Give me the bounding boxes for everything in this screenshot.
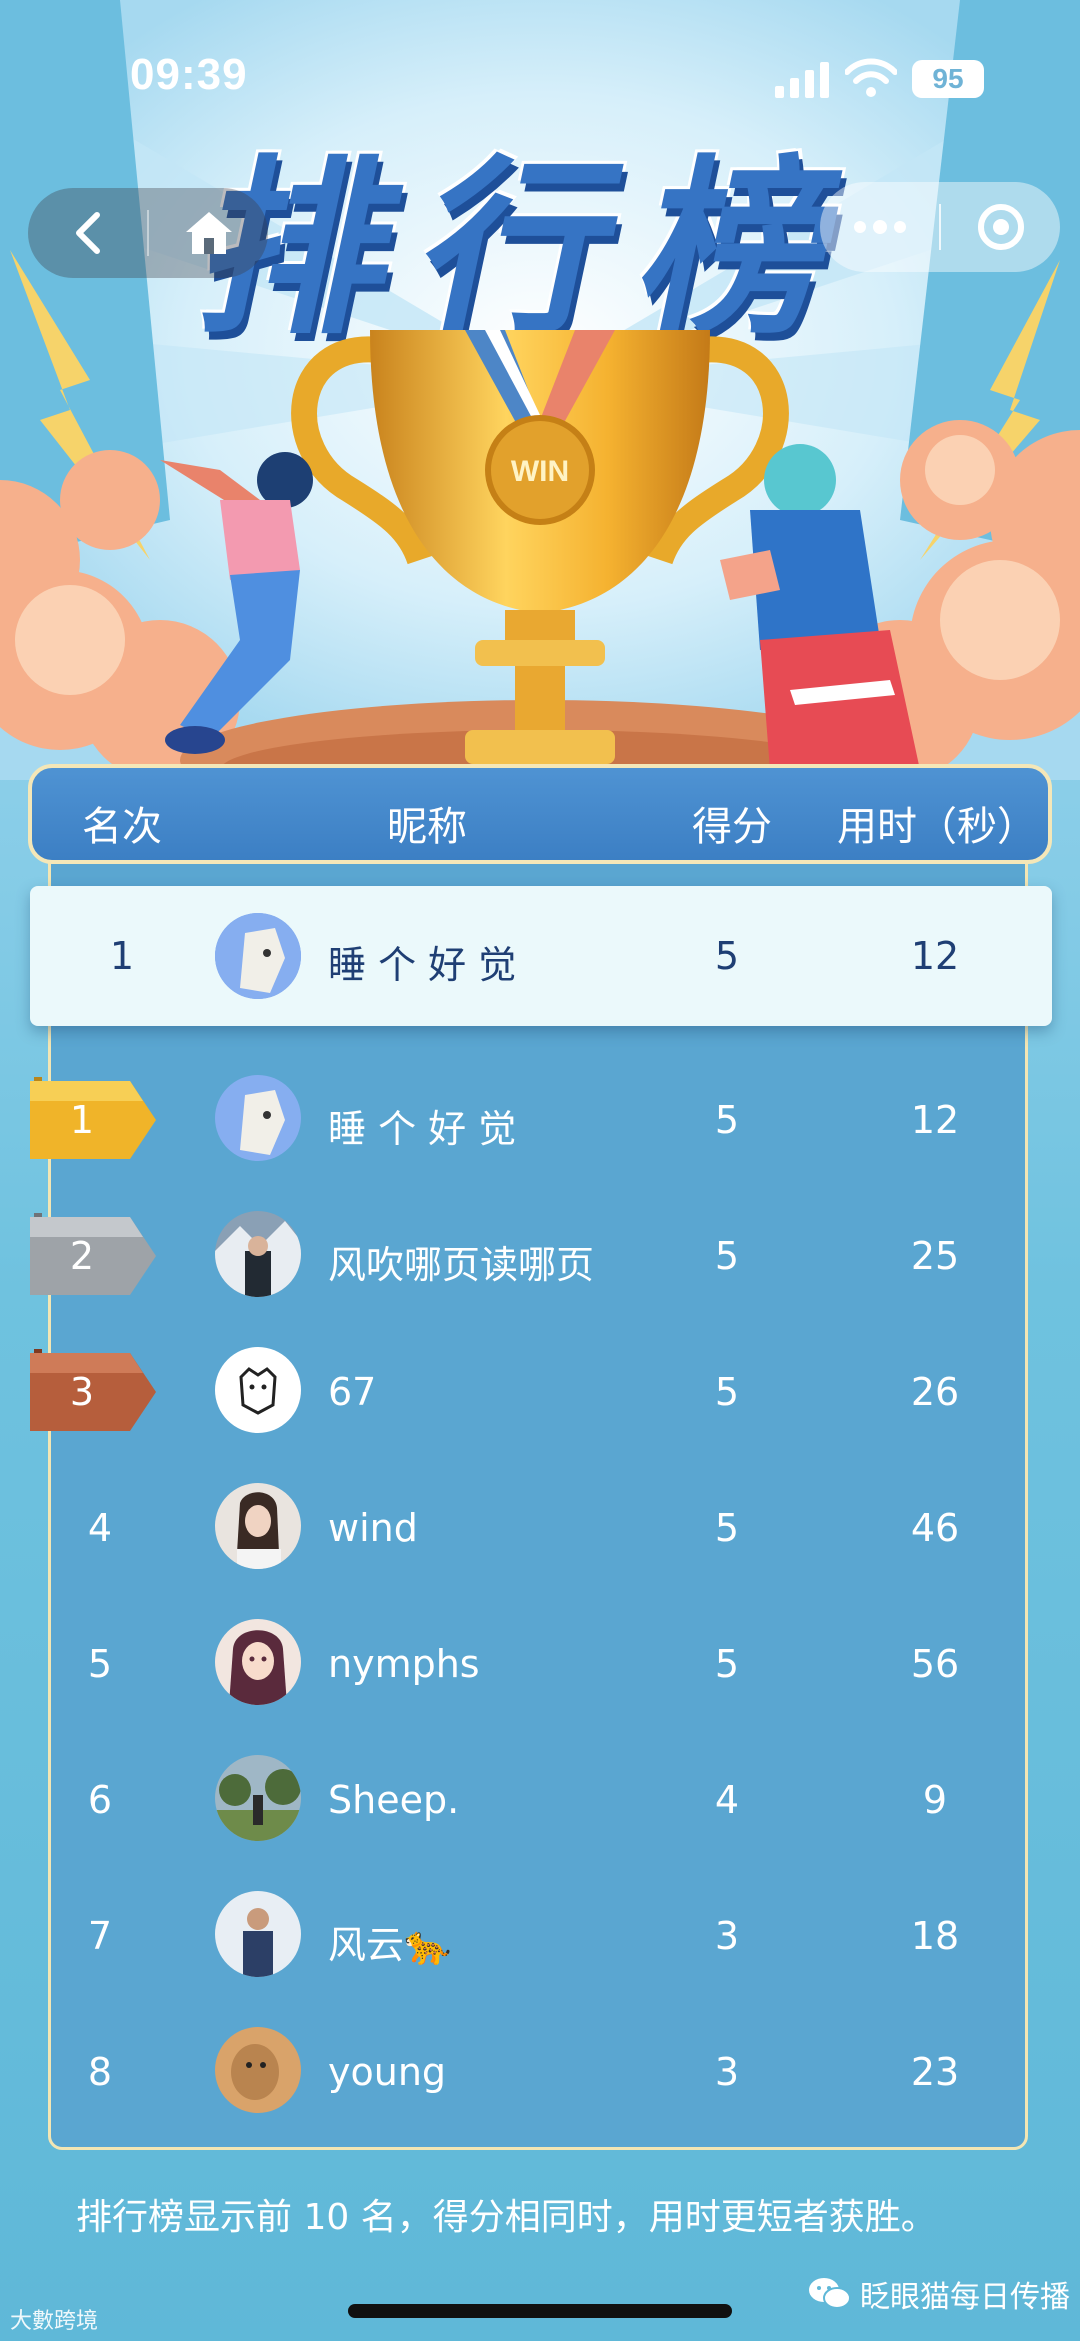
my-score: 5 (714, 934, 740, 978)
avatar (215, 1347, 301, 1433)
time: 9 (922, 1778, 948, 1822)
nav-capsule-left (28, 188, 268, 278)
time: 46 (910, 1506, 960, 1550)
header-nickname: 昵称 (387, 804, 467, 850)
battery-level: 95 (932, 63, 964, 94)
nickname: wind (328, 1506, 418, 1550)
home-button[interactable] (149, 188, 268, 278)
avatar (215, 1619, 301, 1705)
nickname: young (328, 2050, 447, 2094)
rank-number: 6 (87, 1778, 113, 1822)
header-time: 用时（秒） (837, 804, 1037, 850)
rank-number: 8 (87, 2050, 113, 2094)
my-time: 12 (910, 934, 960, 978)
leaderboard-header: 名次 昵称 得分 用时（秒） (28, 764, 1052, 864)
watermark-right: 眨眼猫每日传播 (808, 2272, 1070, 2316)
chevron-left-icon (75, 212, 100, 254)
rank-number: 5 (87, 1642, 113, 1686)
leaderboard-row: 1 睡 个 好 觉 5 12 (0, 1050, 1080, 1186)
avatar (215, 2027, 301, 2113)
watermark-right-text: 眨眼猫每日传播 (860, 2280, 1070, 2315)
battery-indicator: 95 (912, 60, 984, 98)
leaderboard-row: 3 67 5 26 (0, 1322, 1080, 1458)
leaderboard-row: 5 nymphs 5 56 (0, 1594, 1080, 1730)
nickname: Sheep. (328, 1778, 460, 1822)
time: 23 (910, 2050, 960, 2094)
score: 5 (714, 1234, 740, 1278)
avatar (215, 1483, 301, 1569)
avatar (215, 1075, 301, 1161)
leaderboard-row: 6 Sheep. 4 9 (0, 1730, 1080, 1866)
cellular-signal-icon (775, 62, 829, 98)
rank-number: 7 (87, 1914, 113, 1958)
rank-number: 4 (87, 1506, 113, 1550)
leaderboard-row: 2 风吹哪页读哪页 5 25 (0, 1186, 1080, 1322)
back-button[interactable] (28, 188, 147, 278)
wechat-icon (809, 2278, 851, 2309)
avatar (215, 1755, 301, 1841)
score: 3 (714, 2050, 740, 2094)
avatar (215, 913, 301, 999)
home-icon (185, 212, 232, 254)
leaderboard-rule-note: 排行榜显示前 10 名，得分相同时，用时更短者获胜。 (76, 2197, 937, 2238)
status-bar: 09:39 95 (0, 0, 1080, 150)
nickname: nymphs (328, 1642, 480, 1686)
leaderboard-row: 4 wind 5 46 (0, 1458, 1080, 1594)
avatar (215, 1211, 301, 1297)
score: 5 (714, 1642, 740, 1686)
nickname: 风云🐆 (328, 1923, 452, 1967)
score: 3 (714, 1914, 740, 1958)
time: 56 (910, 1642, 960, 1686)
nickname: 风吹哪页读哪页 (328, 1243, 595, 1287)
nickname: 67 (328, 1370, 377, 1414)
watermark-left: 大數跨境 (10, 2303, 98, 2335)
more-icon (853, 220, 906, 234)
header-score: 得分 (692, 804, 772, 850)
home-indicator[interactable] (348, 2304, 732, 2318)
runner-left-illustration (160, 452, 313, 754)
leaderboard-row: 7 风云🐆 3 18 (0, 1866, 1080, 2002)
avatar (215, 1891, 301, 1977)
target-icon (977, 204, 1024, 250)
runner-right-illustration (720, 444, 920, 770)
score: 4 (714, 1778, 740, 1822)
my-rank: 1 (109, 934, 135, 978)
header-rank: 名次 (82, 804, 162, 850)
rank-number: 3 (69, 1370, 95, 1414)
rank-number: 2 (69, 1234, 95, 1278)
wifi-icon (845, 58, 897, 97)
time: 26 (910, 1370, 960, 1414)
leaderboard-row: 8 young 3 23 (0, 2002, 1080, 2138)
time: 18 (910, 1914, 960, 1958)
nav-capsule-right (820, 182, 1060, 272)
watermark-left-text: 大數跨境 (10, 2309, 99, 2334)
time: 12 (910, 1098, 960, 1142)
close-miniprogram-button[interactable] (941, 182, 1060, 272)
time: 25 (910, 1234, 960, 1278)
nickname: 睡 个 好 觉 (328, 1107, 517, 1151)
more-button[interactable] (820, 182, 939, 272)
score: 5 (714, 1098, 740, 1142)
score: 5 (714, 1370, 740, 1414)
my-nickname: 睡 个 好 觉 (328, 943, 517, 987)
rank-number: 1 (69, 1098, 95, 1142)
status-time: 09:39 (130, 50, 248, 99)
my-rank-row: 1 睡 个 好 觉 5 12 (30, 886, 1052, 1026)
score: 5 (714, 1506, 740, 1550)
medal-text: WIN (511, 455, 569, 488)
